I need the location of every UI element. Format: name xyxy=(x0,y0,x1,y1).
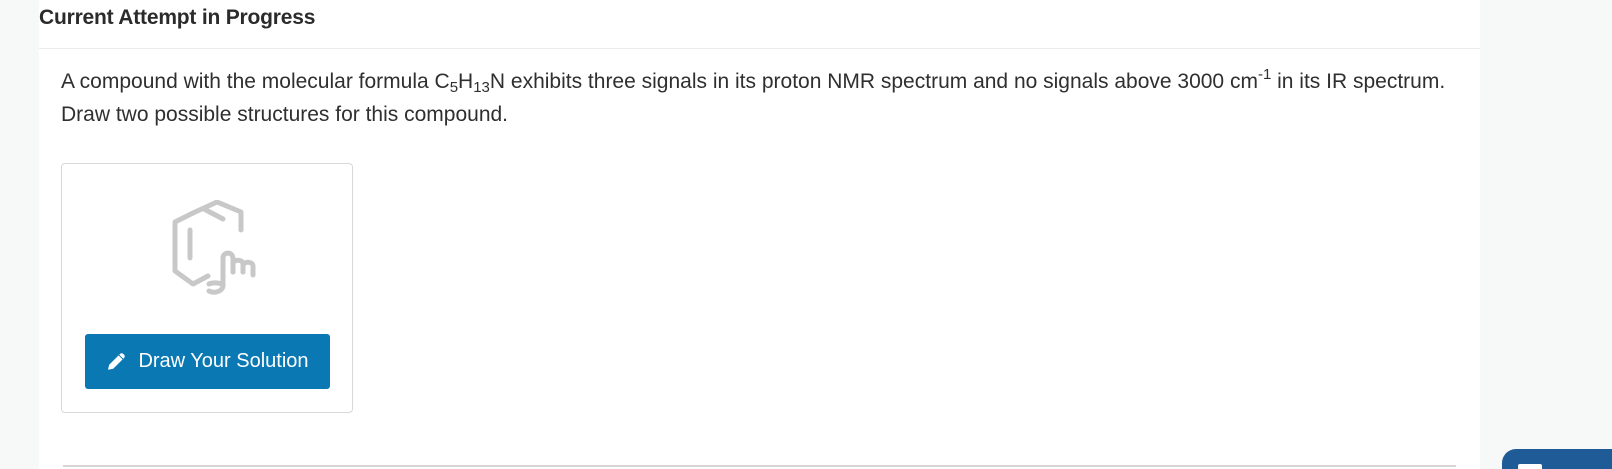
chat-icon xyxy=(1518,464,1542,469)
draw-your-solution-button[interactable]: Draw Your Solution xyxy=(85,334,330,389)
draw-your-solution-label: Draw Your Solution xyxy=(138,350,309,372)
hydrogen-symbol: H xyxy=(458,70,474,93)
floating-help-tab[interactable] xyxy=(1502,449,1612,469)
hydrogen-count-subscript: 13 xyxy=(473,79,490,96)
carbon-count-subscript: 5 xyxy=(449,79,459,96)
main-question-panel: Current Attempt in Progress A compound w… xyxy=(39,0,1480,469)
drawing-answer-card: Draw Your Solution xyxy=(61,163,353,413)
question-text-prefix: A compound with the molecular formula C xyxy=(61,70,450,93)
page: Current Attempt in Progress A compound w… xyxy=(0,0,1612,469)
wavenumber-exponent: -1 xyxy=(1257,66,1272,83)
attempt-status-title: Current Attempt in Progress xyxy=(39,6,316,29)
pencil-icon xyxy=(108,352,126,370)
attempt-status-header: Current Attempt in Progress xyxy=(39,0,1480,49)
section-divider xyxy=(63,465,1456,467)
question-text-middle: N exhibits three signals in its proton N… xyxy=(489,70,1258,93)
question-text: A compound with the molecular formula C5… xyxy=(61,65,1461,131)
molecule-drawing-icon xyxy=(172,200,256,295)
